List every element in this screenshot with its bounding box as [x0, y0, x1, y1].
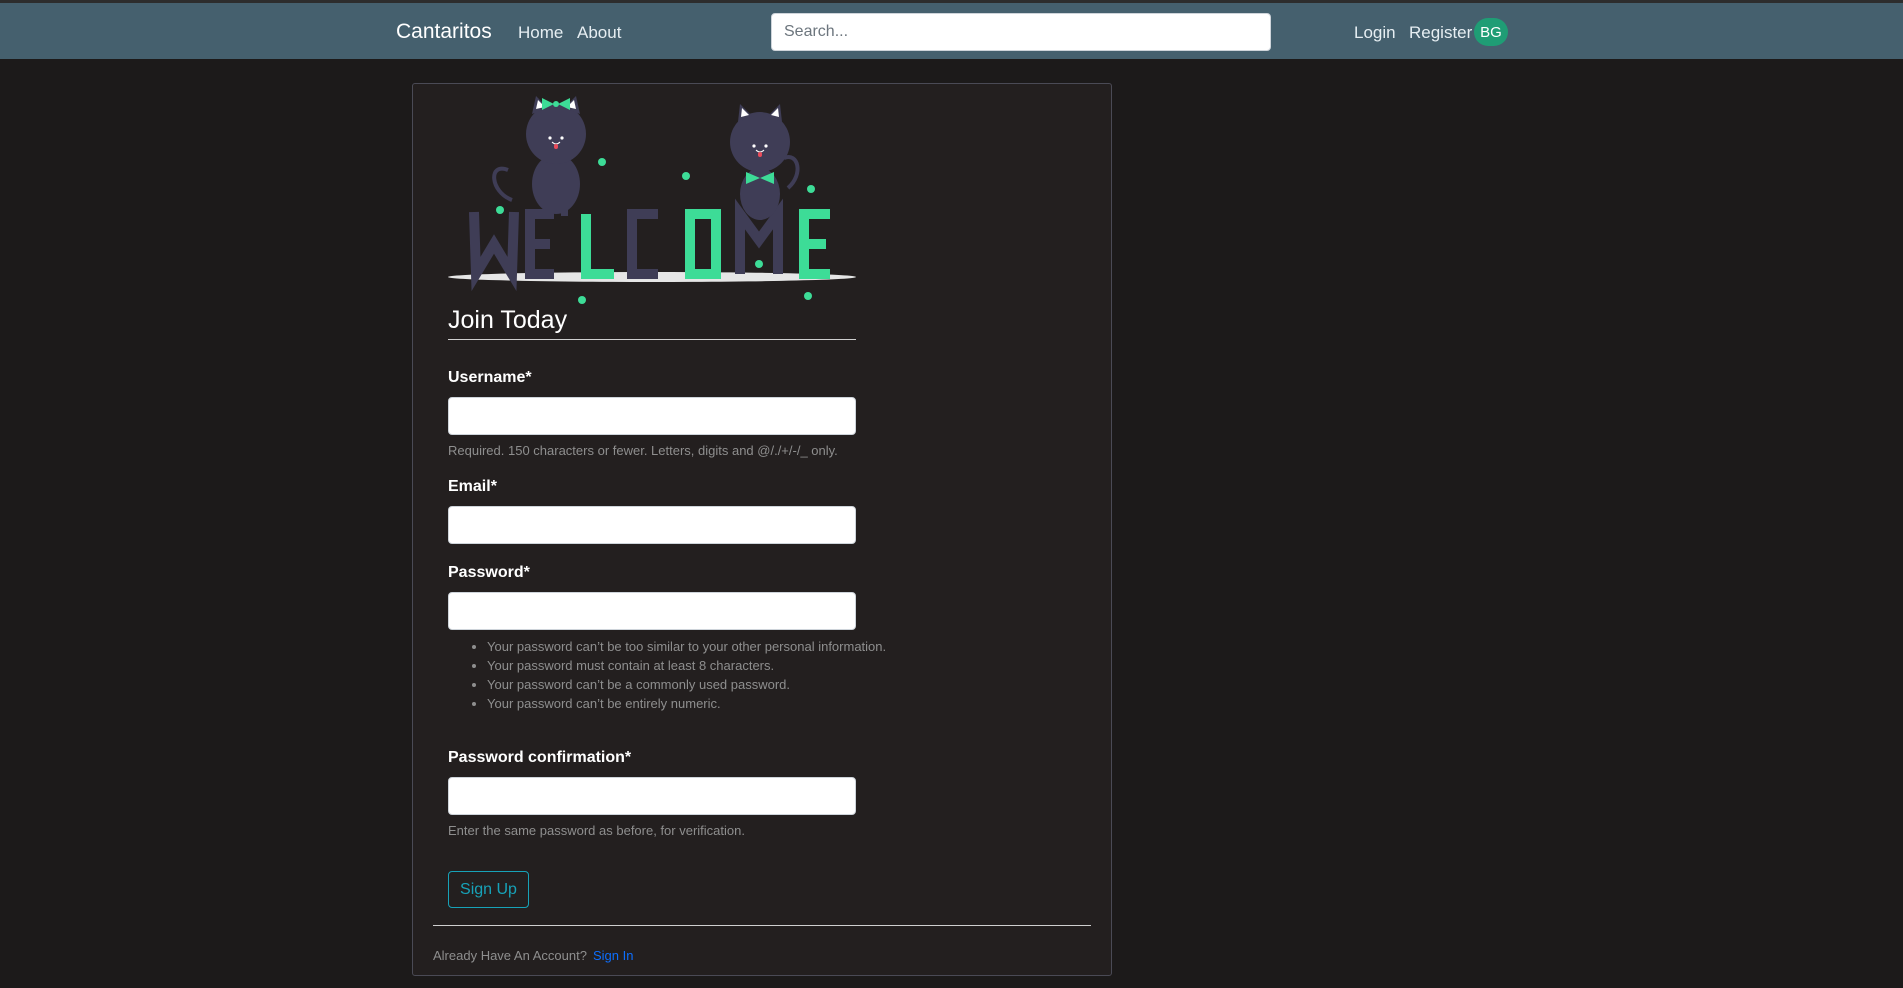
nav-home-link[interactable]: Home — [518, 23, 563, 43]
sign-up-button[interactable]: Sign Up — [448, 871, 529, 908]
password-requirements-list: Your password can’t be too similar to yo… — [448, 637, 887, 713]
nav-register-link[interactable]: Register — [1409, 23, 1472, 43]
username-label: Username* — [448, 369, 532, 386]
welcome-illustration — [448, 96, 856, 304]
username-field[interactable] — [448, 397, 856, 435]
username-help-text: Required. 150 characters or fewer. Lette… — [448, 443, 838, 458]
password-requirement-item: Your password must contain at least 8 ch… — [487, 656, 887, 675]
footer-divider — [433, 925, 1091, 926]
right-cat-figure — [730, 104, 800, 220]
password-confirmation-field[interactable] — [448, 777, 856, 815]
form-title: Join Today — [448, 306, 856, 340]
email-field[interactable] — [448, 506, 856, 544]
password-confirmation-help-text: Enter the same password as before, for v… — [448, 823, 745, 838]
password-label: Password* — [448, 564, 530, 581]
password-requirement-item: Your password can’t be a commonly used p… — [487, 675, 887, 694]
password-requirement-item: Your password can’t be entirely numeric. — [487, 694, 887, 713]
sign-in-link[interactable]: Sign In — [593, 948, 633, 963]
user-avatar-badge[interactable]: BG — [1474, 18, 1508, 46]
password-field[interactable] — [448, 592, 856, 630]
email-label: Email* — [448, 478, 497, 495]
nav-login-link[interactable]: Login — [1354, 23, 1396, 43]
already-have-account-text: Already Have An Account? — [433, 948, 587, 963]
left-cat-figure — [492, 96, 586, 216]
password-requirement-item: Your password can’t be too similar to yo… — [487, 637, 887, 656]
search-input[interactable] — [771, 13, 1271, 51]
nav-about-link[interactable]: About — [577, 23, 621, 43]
brand-link[interactable]: Cantaritos — [396, 20, 492, 44]
password-confirmation-label: Password confirmation* — [448, 749, 632, 766]
top-navbar: Cantaritos Home About Login Register BG — [0, 3, 1903, 59]
